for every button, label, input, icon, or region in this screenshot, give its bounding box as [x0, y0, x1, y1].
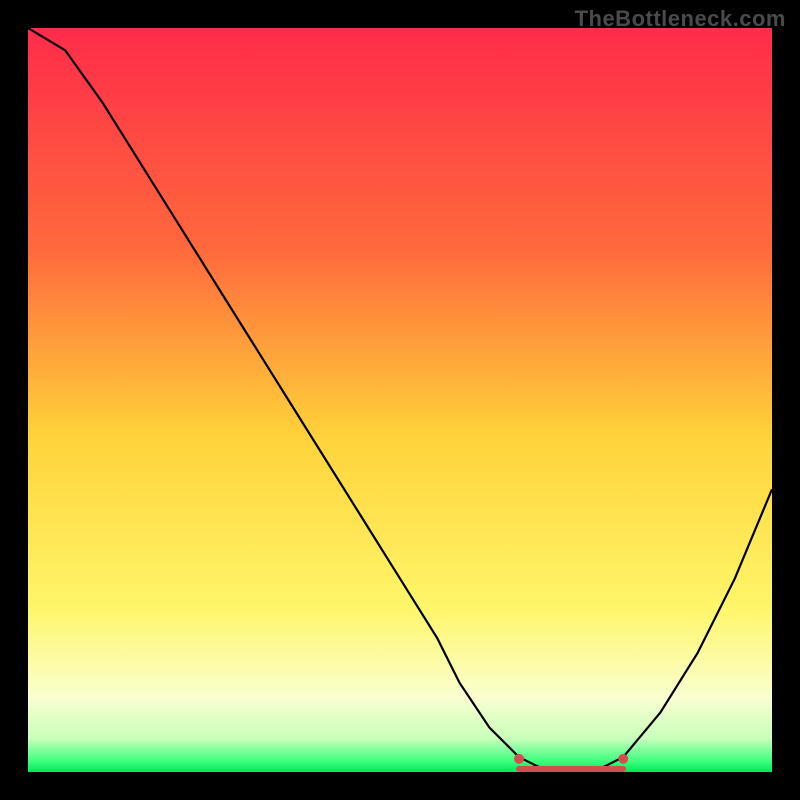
optimal-marker-right: [618, 754, 628, 764]
watermark-text: TheBottleneck.com: [575, 6, 786, 32]
optimal-marker-left: [514, 754, 524, 764]
plot-area: [28, 28, 772, 772]
chart-stage: TheBottleneck.com: [0, 0, 800, 800]
bottleneck-chart: [0, 0, 800, 800]
